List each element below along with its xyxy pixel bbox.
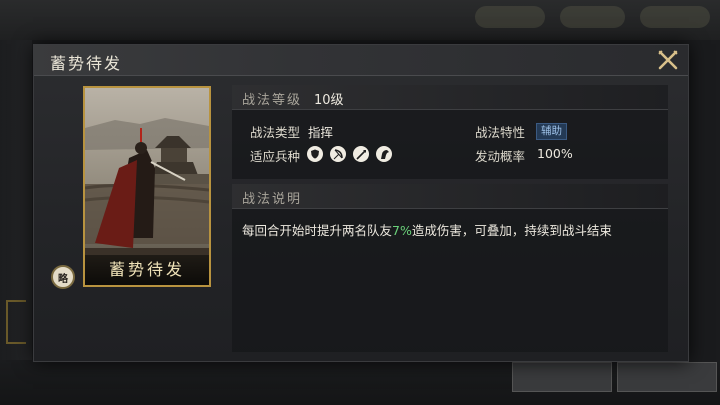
background-resource-1 bbox=[475, 6, 545, 28]
close-button[interactable] bbox=[656, 48, 680, 72]
description-label: 战法说明 bbox=[242, 192, 303, 207]
spear-icon bbox=[353, 146, 369, 162]
dialog-title: 蓄势待发 bbox=[50, 54, 123, 73]
skill-level-value: 10级 bbox=[314, 93, 344, 108]
skill-card: 蓄势待发 bbox=[83, 86, 211, 287]
skill-trait-label: 战法特性 bbox=[475, 125, 526, 140]
background-button-1 bbox=[512, 362, 612, 392]
trigger-rate-label: 发动概率 bbox=[475, 149, 526, 164]
background-button-2 bbox=[617, 362, 717, 392]
dialog-header: 蓄势待发 bbox=[34, 45, 688, 76]
skill-attributes-panel: 战法等级 10级 战法类型 指挥 战法特性 辅助 适应兵种 发动概率 100% bbox=[232, 85, 668, 179]
background-resource-2 bbox=[560, 6, 625, 28]
background-resource-3 bbox=[640, 6, 710, 28]
description-header: 战法说明 bbox=[232, 184, 668, 209]
skill-type-value: 指挥 bbox=[308, 125, 334, 140]
background-bottom-bar bbox=[0, 360, 720, 405]
unit-types-label: 适应兵种 bbox=[250, 149, 301, 164]
description-text-after: 造成伤害，可叠加，持续到战斗结束 bbox=[411, 223, 612, 238]
shield-icon bbox=[307, 146, 323, 162]
skill-level-label: 战法等级 bbox=[242, 93, 303, 108]
skill-description-text: 每回合开始时提升两名队友7%造成伤害，可叠加，持续到战斗结束 bbox=[242, 220, 612, 239]
card-skill-name: 蓄势待发 bbox=[108, 260, 185, 279]
description-highlight: 7% bbox=[392, 223, 412, 238]
skill-trait-tag: 辅助 bbox=[536, 123, 567, 140]
skill-type-label: 战法类型 bbox=[250, 125, 301, 140]
skill-level-row: 战法等级 10级 bbox=[232, 85, 668, 110]
strategy-badge[interactable]: 略 bbox=[51, 265, 75, 289]
skill-detail-dialog: 蓄势待发 蓄势待发 略 战法等级 10级 战法类型 指挥 战法特性 辅助 适应兵… bbox=[33, 44, 689, 362]
horse-icon bbox=[376, 146, 392, 162]
bow-icon bbox=[330, 146, 346, 162]
skill-description-panel: 战法说明 每回合开始时提升两名队友7%造成伤害，可叠加，持续到战斗结束 bbox=[232, 184, 668, 352]
description-text-before: 每回合开始时提升两名队友 bbox=[242, 223, 393, 238]
close-icon bbox=[658, 50, 678, 70]
background-frame bbox=[6, 300, 26, 344]
trigger-rate-value: 100% bbox=[537, 146, 573, 161]
